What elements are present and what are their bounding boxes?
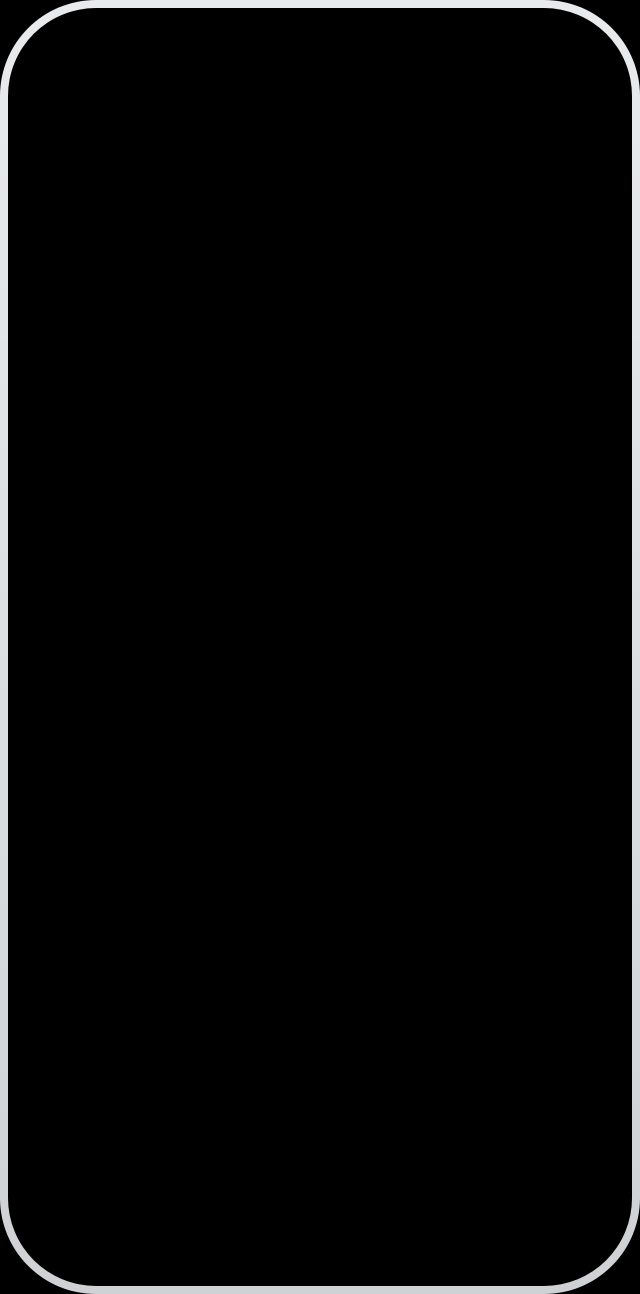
app-card-maps[interactable]: Mt Tamalpais Straw 索 Marin Head Lobos Cr… [48, 224, 438, 1064]
chip-row: 风景 [58, 1009, 428, 1064]
shopping-bag-icon[interactable] [498, 300, 516, 320]
app-switcher-header-safari: Safari 浏览器 [142, 168, 324, 210]
tabs-icon [473, 1042, 501, 1070]
menu-icon[interactable] [160, 301, 180, 315]
safari-app-icon [142, 168, 184, 210]
secondary-hero-strip [142, 876, 534, 954]
share-button[interactable] [324, 1042, 352, 1075]
hero-title: iPhone 13 Pro [211, 358, 464, 401]
url-bar[interactable]: 大小 大小 apple.com.cn [156, 974, 520, 1022]
apple-logo-icon [340, 754, 386, 861]
learn-more-link[interactable]: 进一步了解 [249, 453, 350, 479]
notch [210, 24, 430, 62]
share-icon [324, 1042, 352, 1070]
product-hero-image [198, 501, 478, 861]
app-switcher-label: Safari 浏览器 [194, 173, 324, 205]
dock-icon [473, 1141, 551, 1219]
hero-subtitle: 强得很 [305, 407, 371, 439]
screen: Safari 浏览器 Mt Tamalpais Straw 索 Marin He… [24, 24, 616, 1270]
map-label: 金门国家游憩区 [54, 554, 145, 573]
dock-icon [89, 1141, 167, 1219]
directions-icon [230, 919, 256, 945]
dock-icon [345, 1141, 423, 1219]
map-label: 索 [108, 324, 126, 350]
phone-side-view [198, 483, 240, 879]
front-camera [374, 36, 388, 50]
phone-frame: Safari 浏览器 Mt Tamalpais Straw 索 Marin He… [0, 0, 640, 1294]
lock-icon [283, 993, 294, 1007]
back-button[interactable] [175, 1042, 203, 1075]
app-switcher-header-maps [48, 168, 90, 210]
webpage-content: iPhone 13 Pro 强得很 进一步了解 购买 [142, 332, 534, 954]
place-subtitle: 城市 · 加 [74, 870, 412, 895]
maps-app-icon [48, 168, 90, 210]
ad-tag: ‹广告› [481, 258, 518, 278]
reload-button[interactable] [482, 985, 504, 1012]
compass-icon [148, 174, 178, 204]
chevron-left-icon [175, 1042, 203, 1070]
maps-place-sheet: 旧金山 城市 · 加 人口 👥 881 [58, 810, 428, 1020]
dock [54, 1120, 586, 1240]
home-indicator[interactable] [230, 1248, 410, 1254]
buy-link[interactable]: 购买 [380, 453, 427, 479]
map-label: Mt [62, 240, 76, 255]
map-label: Tamalpais [52, 258, 111, 273]
url-domain: apple.com.cn [283, 988, 407, 1009]
chip-scenic[interactable]: 风景 [58, 1009, 134, 1064]
app-card-safari[interactable]: ‹广告› iPhone 13 Pro 强得很 进一步了解 购买 [142, 224, 534, 1104]
directions-button[interactable] [74, 909, 412, 955]
book-icon [398, 1042, 426, 1070]
map-canvas: Mt Tamalpais Straw 索 Marin Head Lobos Cr… [48, 224, 438, 1064]
map-label: Lobos Creek [54, 484, 128, 499]
site-nav-bar [142, 284, 534, 332]
map-poi: Marin Head [61, 379, 143, 394]
home-indicator [258, 1090, 418, 1096]
place-title: 旧金山 [74, 826, 412, 866]
map-label: Straw [128, 234, 161, 249]
text-size-button[interactable]: 大小 大小 [172, 984, 208, 1013]
hero-links: 进一步了解 购买 [249, 453, 427, 479]
phone-back-view [248, 501, 478, 861]
tabs-button[interactable] [473, 1042, 501, 1075]
chevron-right-icon [250, 1042, 278, 1070]
dock-icon [217, 1141, 295, 1219]
reload-icon [482, 985, 504, 1007]
forward-button [250, 1042, 278, 1075]
safari-toolbar [142, 1034, 534, 1082]
wallpaper-blur [24, 24, 616, 1270]
bookmarks-button[interactable] [398, 1042, 426, 1075]
apple-logo-icon[interactable] [329, 294, 349, 323]
place-meta: 人口 👥 881 [74, 967, 412, 1008]
